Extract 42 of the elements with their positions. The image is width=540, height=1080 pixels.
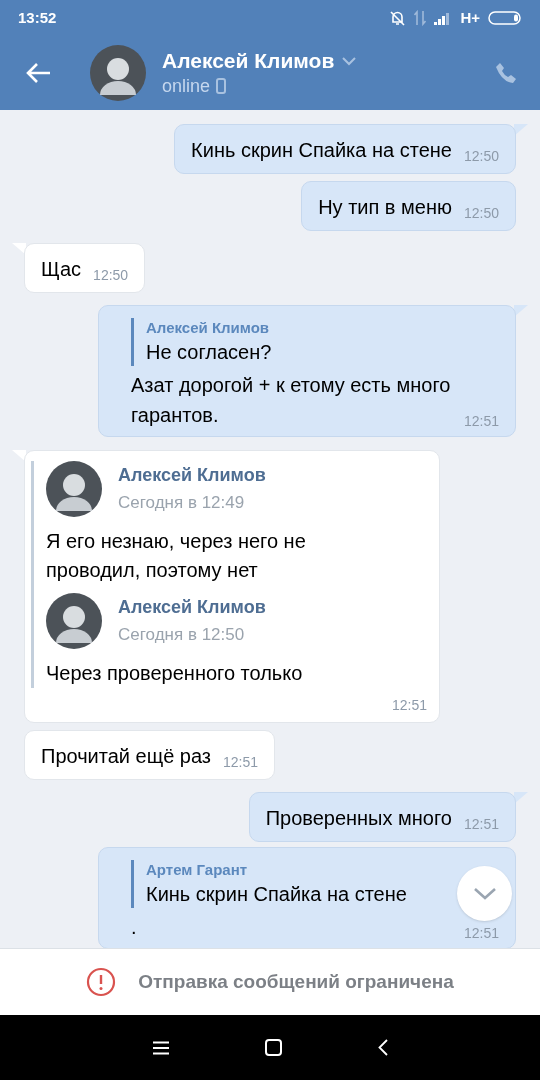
reply-author: Алексей Климов [146,318,270,338]
warning-icon [86,967,117,997]
avatar [46,593,102,649]
contact-name[interactable]: Алексей Климов [162,48,335,74]
message-text: Проверенных много [265,806,452,831]
back-icon[interactable] [377,1039,388,1056]
message-text: Прочитай ещё раз [41,744,211,769]
message-date: Сегодня в 12:50 [118,624,246,646]
avatar[interactable] [90,45,146,101]
online-status: online [162,75,211,98]
clock: 13:52 [18,7,57,28]
home-icon[interactable] [264,1039,282,1056]
message-time: 12:50 [93,266,129,284]
message-text: Щас [41,257,82,282]
notice-text: Отправка сообщений ограничена [138,969,454,994]
reply-text: Не согласен? [146,340,272,365]
data-arrows-icon [414,10,427,26]
message-text: Ну тип в меню [318,195,452,220]
message-text: . [131,915,138,940]
menu-icon[interactable] [152,1040,169,1055]
message-time: 12:51 [223,753,259,771]
message-text: Я его незнаю, через него не проводил, поэтому нет [46,529,307,583]
message-text: Через проверенного только [46,661,304,686]
author-name: Алексей Климов [118,464,266,487]
message-time: 12:50 [463,204,499,222]
reply-text: Кинь скрин Спайка на стене [146,882,407,907]
battery-icon [488,10,522,26]
message-date: Сегодня в 12:49 [118,492,246,514]
network-type: H+ [460,7,480,28]
message-text: Кинь скрин Спайка на стене [191,138,452,163]
message-time: 12:51 [463,815,499,833]
avatar [46,461,102,517]
chevron-down-icon [472,887,497,900]
message-time: 12:51 [391,696,427,714]
muted-bell-icon [389,9,407,27]
phone-device-icon [216,78,227,94]
message-time: 12:51 [463,412,499,430]
message-time: 12:51 [463,924,499,942]
message-text: Азат дорогой + к етому есть много гарантов. [131,373,451,428]
author-name: Алексей Климов [118,596,266,619]
message-time: 12:50 [463,147,499,165]
reply-author: Артем Гарант [146,860,248,880]
